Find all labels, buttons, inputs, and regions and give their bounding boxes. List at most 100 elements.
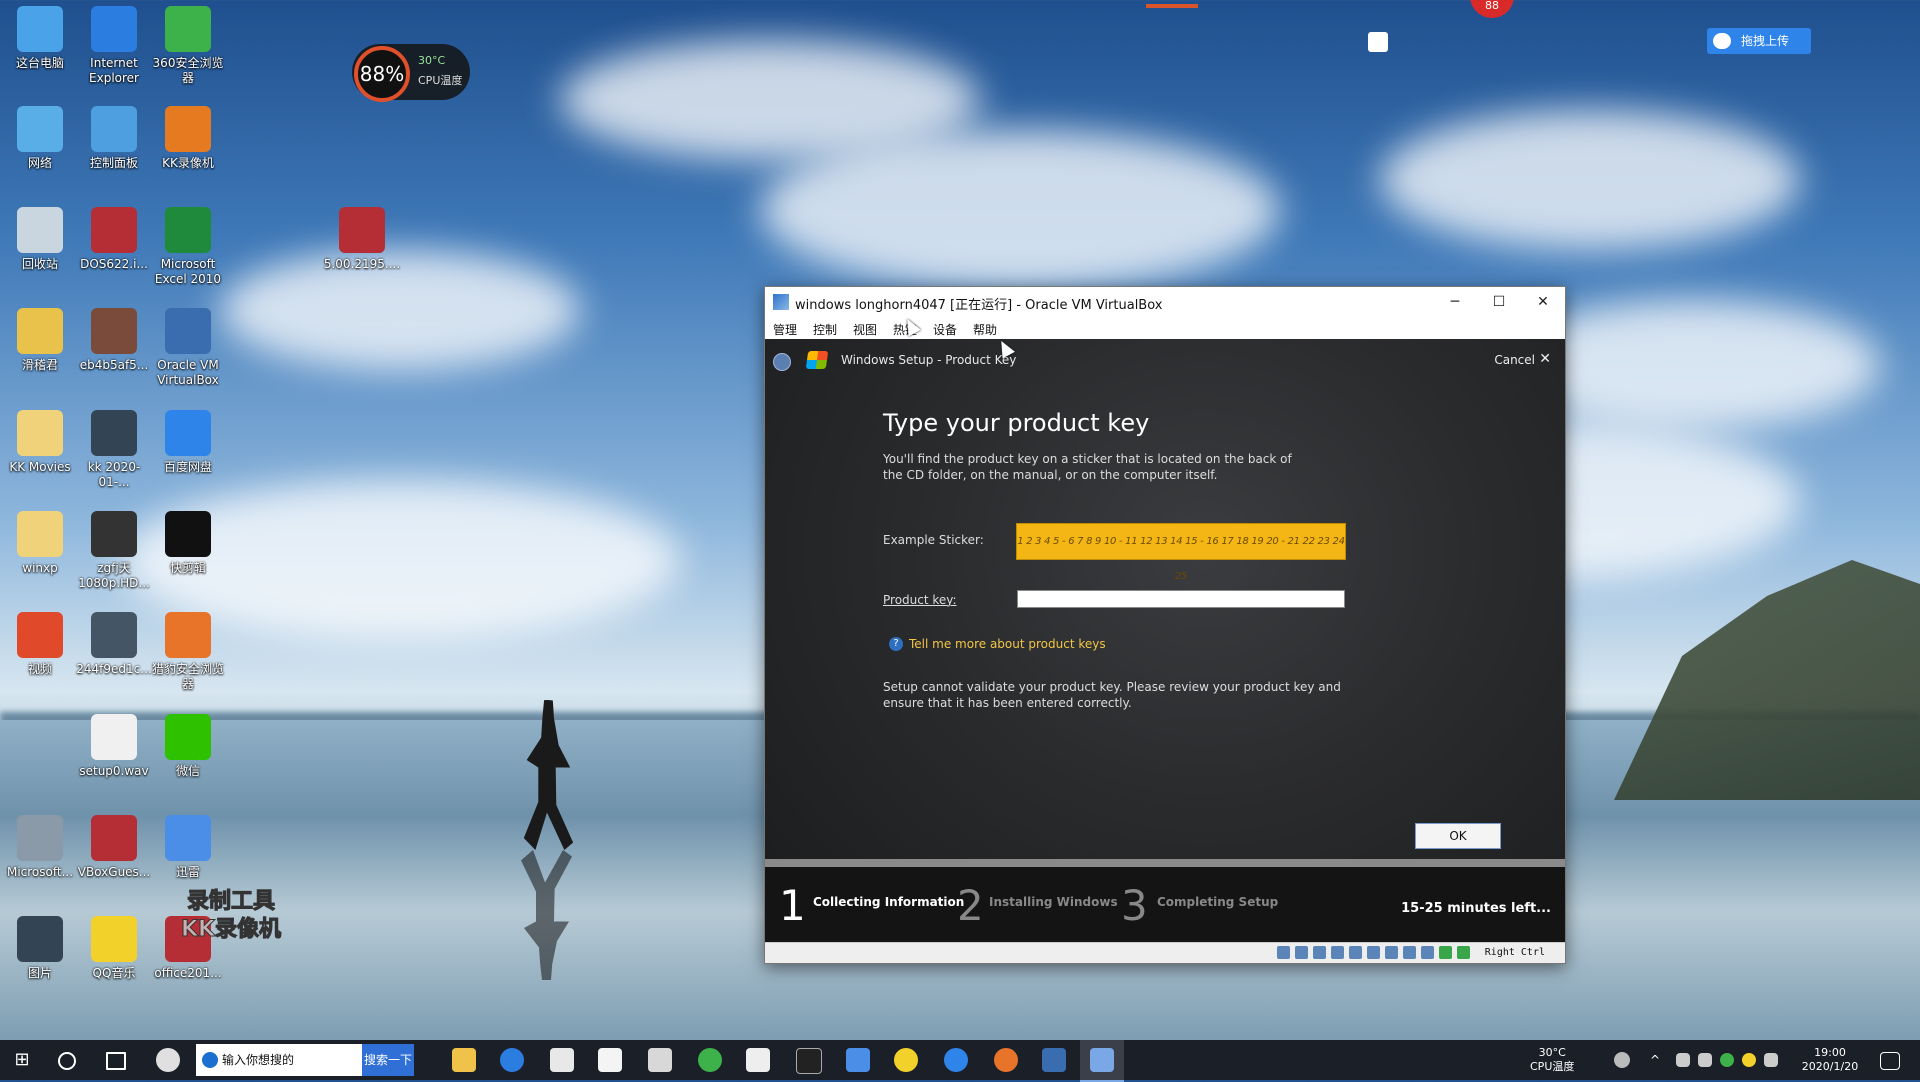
desktop-icon[interactable]: Internet Explorer [74,6,154,86]
optical-icon[interactable] [1295,946,1308,959]
qq-tray-icon[interactable] [1742,1053,1756,1067]
task-view-icon[interactable] [106,1052,126,1070]
virtualbox-window[interactable]: windows longhorn4047 [正在运行] - Oracle VM … [764,286,1566,964]
desktop-icon[interactable]: KK Movies [0,410,80,475]
photos-icon[interactable] [746,1048,770,1072]
desktop-icon[interactable]: Microsoft... [0,815,80,880]
baidu-netdisk-icon[interactable] [944,1048,968,1072]
display-icon[interactable] [1385,946,1398,959]
tray-cpu-temp[interactable]: 30°C CPU温度 [1530,1046,1574,1074]
clock[interactable]: 19:00 2020/1/20 [1790,1046,1870,1074]
desktop-icon[interactable]: QQ音乐 [74,916,154,981]
cancel-button[interactable]: Cancel [1494,353,1535,367]
desktop-icon[interactable]: winxp [0,511,80,576]
clock-date: 2020/1/20 [1801,1060,1859,1073]
menu-control[interactable]: 控制 [813,321,837,338]
notification-badge[interactable]: 88 [1470,0,1514,18]
desktop-icon[interactable]: 这台电脑 [0,6,80,71]
mouse-integration-icon[interactable] [1439,946,1452,959]
product-key-input[interactable] [1017,590,1345,608]
back-arrow-icon[interactable] [773,353,791,371]
desktop-icon[interactable]: 快剪辑 [148,511,228,576]
desktop-icon[interactable]: 视频 [0,612,80,677]
desktop-icon[interactable]: Microsoft Excel 2010 [148,207,228,287]
desktop-icon[interactable]: eb4b5af5... [74,308,154,373]
desktop-app-icon [91,714,137,760]
desktop-icon[interactable]: Oracle VM VirtualBox [148,308,228,388]
desktop-icon[interactable]: 猎豹安全浏览器 [148,612,228,692]
desktop-icon[interactable]: 微信 [148,714,228,779]
volume-icon[interactable] [1698,1053,1712,1067]
vm-screen[interactable]: Windows Setup - Product Key Cancel ✕ Typ… [765,339,1565,943]
desktop-icon[interactable]: 244f9ed1c... [74,612,154,677]
keyboard-icon[interactable] [1457,946,1470,959]
360-tray-icon[interactable] [1720,1053,1734,1067]
desktop-icon[interactable]: 360安全浏览器 [148,6,228,86]
menu-devices[interactable]: 设备 [933,321,957,338]
virtualbox-taskbar-icon[interactable] [1042,1048,1066,1072]
window-titlebar[interactable]: windows longhorn4047 [正在运行] - Oracle VM … [765,287,1565,317]
security-icon[interactable] [648,1048,672,1072]
desktop-icon[interactable]: 图片 [0,916,80,981]
wifi-icon[interactable] [1764,1053,1778,1067]
desktop-icon[interactable]: 百度网盘 [148,410,228,475]
desktop-icon[interactable]: DOS622.i... [74,207,154,272]
baidu-upload-button[interactable]: 拖拽上传 [1707,28,1811,54]
desktop-icon[interactable]: 5.00.2195.... [322,207,402,272]
desktop-icon[interactable]: VBoxGues... [74,815,154,880]
chevron-up-icon[interactable]: ^ [1650,1053,1664,1067]
menu-help[interactable]: 帮助 [973,321,997,338]
help-link[interactable]: Tell me more about product keys [909,637,1106,651]
desktop-app-icon [91,106,137,152]
cpu-temp-gadget[interactable]: 88% 30°C CPU温度 [352,44,470,102]
active-vm-taskbar-button[interactable] [1080,1040,1124,1082]
kuaijianji-icon[interactable] [796,1048,822,1074]
user-icon[interactable] [1614,1052,1630,1068]
network-icon[interactable] [1331,946,1344,959]
store-icon[interactable] [550,1048,574,1072]
recording-icon[interactable] [1403,946,1416,959]
desktop-app-icon [165,207,211,253]
notification-center-icon[interactable] [1880,1052,1900,1070]
desktop-icon[interactable]: kk 2020-01-... [74,410,154,490]
menu-manage[interactable]: 管理 [773,321,797,338]
xunlei-icon[interactable] [846,1048,870,1072]
close-icon[interactable]: ✕ [1539,351,1551,367]
disk-icon[interactable] [1277,946,1290,959]
desktop-icon[interactable]: 控制面板 [74,106,154,171]
desktop-icon[interactable]: setup0.wav [74,714,154,779]
start-windows-icon[interactable]: ⊞ [10,1048,34,1072]
menu-view[interactable]: 视图 [853,321,877,338]
desktop-app-icon [17,106,63,152]
desktop-icon[interactable]: zgfj天 1080p.HD... [74,511,154,591]
network-tray-icon[interactable] [1676,1053,1690,1067]
desktop-icon[interactable]: 滑稽君 [0,308,80,373]
cortana-icon[interactable] [58,1052,76,1070]
vt-icon[interactable] [1421,946,1434,959]
qq-music-icon[interactable] [894,1048,918,1072]
mail-icon[interactable] [598,1048,622,1072]
shirt-icon[interactable] [1368,32,1388,52]
desktop-icon[interactable]: 迅雷 [148,815,228,880]
cheetah-browser-icon[interactable] [994,1048,1018,1072]
maximize-button[interactable]: ☐ [1477,287,1521,317]
audio-icon[interactable] [1313,946,1326,959]
search-input[interactable]: 输入你想搜的 [196,1044,362,1076]
desktop-icon[interactable]: 回收站 [0,207,80,272]
shared-folder-icon[interactable] [1367,946,1380,959]
minimize-button[interactable]: ─ [1433,287,1477,317]
360-browser-icon[interactable] [698,1048,722,1072]
search-button[interactable]: 搜索一下 [362,1044,414,1076]
desktop-icon-label: VBoxGues... [77,865,151,879]
desktop-icon[interactable]: 网络 [0,106,80,171]
help-icon[interactable]: ? [889,637,903,651]
ok-button[interactable]: OK [1415,823,1501,849]
app-icon[interactable] [156,1048,180,1072]
close-button[interactable]: ✕ [1521,287,1565,317]
cpu-usage-ring: 88% [354,46,410,102]
usb-icon[interactable] [1349,946,1362,959]
edge-icon[interactable] [500,1048,524,1072]
file-explorer-icon[interactable] [452,1048,476,1072]
step-3-label: Completing Setup [1157,895,1279,909]
desktop-icon[interactable]: KK录像机 [148,106,228,171]
